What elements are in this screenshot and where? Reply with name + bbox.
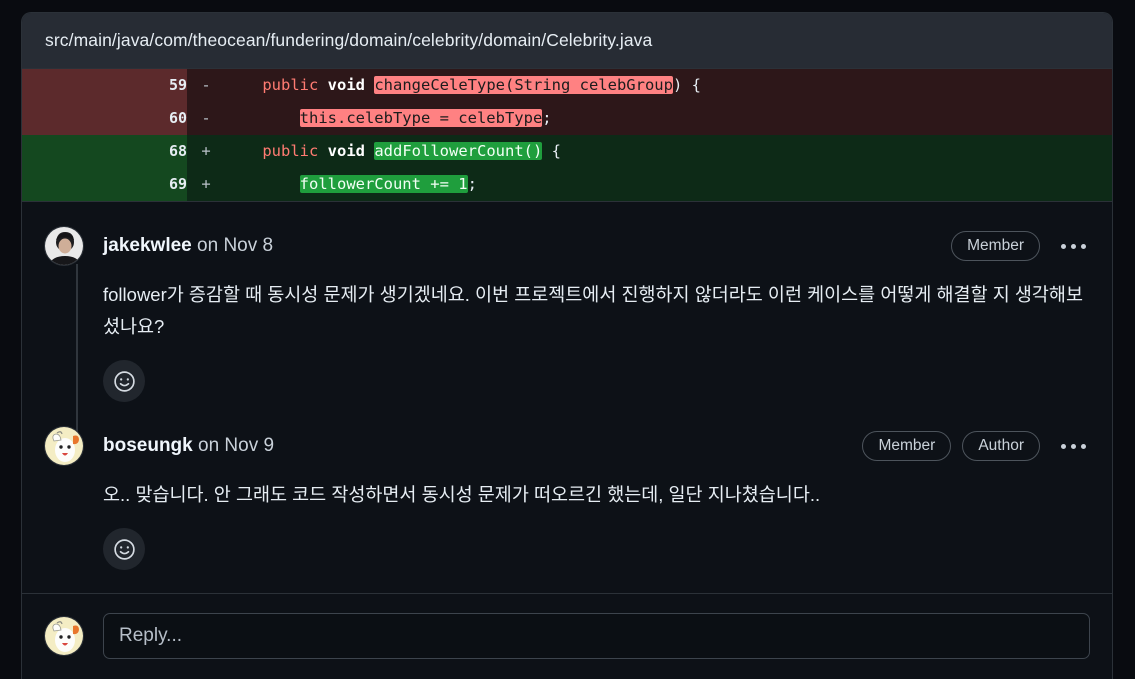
diff-code-line: this.celebType = celebType; bbox=[225, 102, 1112, 135]
comment-avatar[interactable] bbox=[44, 426, 84, 466]
diff-line-number: 59 bbox=[22, 69, 187, 102]
comment: jakekwlee on Nov 8 Member follower가 증감할 때 … bbox=[22, 202, 1112, 402]
comment-actions: Member Author bbox=[862, 430, 1090, 462]
diff-code-line: followerCount += 1; bbox=[225, 168, 1112, 201]
diff-body: 59- public void changeCeleType(String ce… bbox=[22, 69, 1112, 201]
comment-author[interactable]: boseungk bbox=[103, 435, 193, 456]
diff-row-deletion: 59- public void changeCeleType(String ce… bbox=[22, 69, 1112, 102]
diff-row-addition: 69 + followerCount += 1; bbox=[22, 168, 1112, 201]
comment-header: jakekwlee on Nov 8 Member bbox=[44, 224, 1090, 268]
kebab-menu-icon[interactable] bbox=[1056, 233, 1090, 259]
comment-body: 오.. 맞습니다. 안 그래도 코드 작성하면서 동시성 문제가 떠오르긴 했는… bbox=[103, 484, 821, 505]
comment-timestamp: on Nov 8 bbox=[197, 235, 274, 256]
reply-row: Reply... bbox=[22, 594, 1112, 659]
diff-table: 59- public void changeCeleType(String ce… bbox=[22, 69, 1112, 201]
badge-member: Member bbox=[862, 430, 952, 462]
badge-member: Member bbox=[951, 230, 1040, 262]
comment-meta: jakekwlee on Nov 8 bbox=[103, 235, 273, 257]
diff-line-marker: - bbox=[187, 102, 225, 135]
comment-body: follower가 증감할 때 동시성 문제가 생기겠네요. 이번 프로젝트에서… bbox=[103, 284, 1083, 337]
comment-author[interactable]: jakekwlee bbox=[103, 235, 192, 256]
badge-author: Author bbox=[962, 430, 1040, 462]
smiley-add-reaction-icon[interactable] bbox=[103, 528, 145, 570]
diff-line-marker: + bbox=[187, 168, 225, 201]
diff-row-deletion: 60- this.celebType = celebType; bbox=[22, 102, 1112, 135]
comment-actions: Member bbox=[951, 230, 1090, 262]
diff-code-line: public void changeCeleType(String celebG… bbox=[225, 69, 1112, 102]
diff-line-marker: + bbox=[187, 135, 225, 168]
comment-avatar[interactable] bbox=[44, 226, 84, 266]
reply-input[interactable]: Reply... bbox=[103, 613, 1090, 659]
reply-avatar bbox=[44, 616, 84, 656]
diff-row-addition: 68 + public void addFollowerCount() { bbox=[22, 135, 1112, 168]
comment: boseungk on Nov 9 Member Author 오.. 맞습니다. 안… bbox=[22, 402, 1112, 570]
file-path: src/main/java/com/theocean/fundering/dom… bbox=[45, 30, 653, 50]
diff-code-line: public void addFollowerCount() { bbox=[225, 135, 1112, 168]
smiley-add-reaction-icon[interactable] bbox=[103, 360, 145, 402]
diff-line-number: 69 bbox=[22, 168, 187, 201]
reaction-row bbox=[103, 528, 1090, 570]
file-header: src/main/java/com/theocean/fundering/dom… bbox=[22, 13, 1112, 69]
comment-thread: jakekwlee on Nov 8 Member follower가 증감할 때 … bbox=[22, 202, 1112, 570]
diff-line-number: 68 bbox=[22, 135, 187, 168]
reaction-row bbox=[103, 360, 1090, 402]
comment-timestamp: on Nov 9 bbox=[198, 435, 275, 456]
diff-line-number: 60 bbox=[22, 102, 187, 135]
diff-line-marker: - bbox=[187, 69, 225, 102]
comment-meta: boseungk on Nov 9 bbox=[103, 435, 274, 457]
file-diff-thread-card: src/main/java/com/theocean/fundering/dom… bbox=[21, 12, 1113, 679]
comment-header: boseungk on Nov 9 Member Author bbox=[44, 424, 1090, 468]
reply-placeholder: Reply... bbox=[119, 625, 183, 646]
kebab-menu-icon[interactable] bbox=[1056, 433, 1090, 459]
